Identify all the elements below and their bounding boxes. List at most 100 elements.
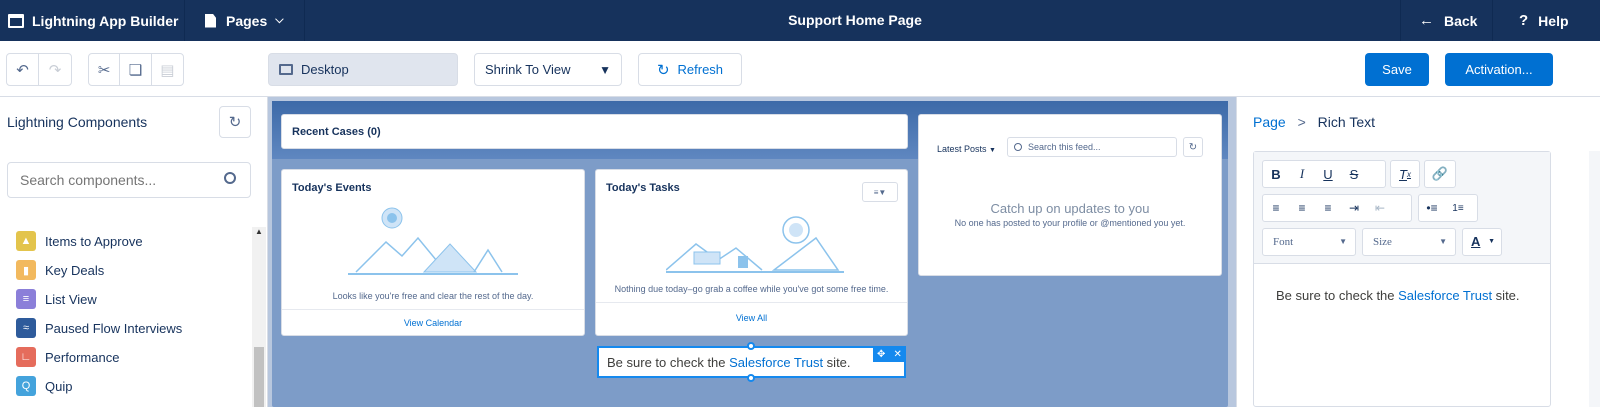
refresh-button[interactable]: ↻ Refresh — [638, 53, 742, 86]
refresh-icon: ↻ — [1188, 141, 1198, 153]
properties-scrollbar[interactable] — [1589, 151, 1600, 407]
editor-trust-link[interactable]: Salesforce Trust — [1398, 288, 1492, 303]
paste-icon[interactable]: ▤ — [152, 54, 183, 85]
device-label: Desktop — [301, 62, 349, 77]
caret-down-icon: ▼ — [989, 147, 996, 154]
component-label: Key Deals — [45, 262, 105, 278]
app-name: Lightning App Builder — [0, 0, 185, 41]
component-item[interactable]: ≡ List View — [16, 288, 97, 310]
undo-icon[interactable]: ↶ — [7, 54, 39, 85]
search-icon — [224, 172, 236, 184]
rich-text-after: site. — [823, 355, 851, 370]
resize-handle-bottom[interactable] — [747, 374, 755, 382]
close-icon[interactable]: ✕ — [894, 349, 902, 360]
underline-icon[interactable]: U — [1315, 161, 1341, 187]
text-color-icon: A — [1471, 234, 1481, 249]
component-item[interactable]: ∟ Performance — [16, 346, 119, 368]
component-label: Quip — [45, 378, 73, 394]
component-item[interactable]: ▮ Key Deals — [16, 259, 104, 281]
todays-events-card[interactable]: Today's Events Looks like you're free an… — [281, 169, 585, 336]
link-icon[interactable]: 🔗 — [1427, 161, 1453, 187]
recent-cases-card[interactable]: Recent Cases (0) — [281, 114, 908, 149]
bold-icon[interactable]: B — [1263, 161, 1289, 187]
camping-illustration — [348, 207, 518, 275]
device-selector[interactable]: Desktop — [268, 53, 458, 86]
recent-cases-title: Recent Cases (0) — [292, 126, 381, 138]
font-select-label: Font — [1273, 236, 1294, 248]
salesforce-trust-link[interactable]: Salesforce Trust — [729, 355, 823, 370]
editor-text-before: Be sure to check the — [1276, 288, 1399, 303]
alignment-group: ≡ ≡ ≡ ⇥ ⇤ — [1262, 194, 1412, 222]
redo-icon[interactable]: ↷ — [39, 54, 71, 85]
size-select[interactable]: Size ▼ — [1362, 228, 1456, 256]
align-center-icon[interactable]: ≡ — [1289, 195, 1315, 221]
bar-chart-icon: ▮ — [16, 260, 36, 280]
help-button[interactable]: ? Help — [1492, 0, 1600, 41]
indent-icon[interactable]: ⇥ — [1341, 195, 1367, 221]
scroll-up-icon[interactable]: ▲ — [255, 227, 263, 236]
align-left-icon[interactable]: ≡ — [1263, 195, 1289, 221]
cut-icon[interactable]: ✂ — [89, 54, 121, 85]
feed-card[interactable]: Latest Posts ▼ Search this feed... ↻ Cat… — [918, 114, 1222, 276]
component-item[interactable]: ▲ Items to Approve — [16, 230, 143, 252]
feed-refresh-button[interactable]: ↻ — [1183, 137, 1203, 157]
italic-icon[interactable]: I — [1289, 161, 1315, 187]
copy-icon[interactable]: ❏ — [120, 54, 152, 85]
view-calendar-link[interactable]: View Calendar — [282, 318, 584, 328]
numbered-list-icon[interactable]: 1≡ — [1445, 195, 1471, 221]
search-components-field[interactable] — [7, 162, 251, 198]
back-button[interactable]: ← Back — [1400, 0, 1492, 41]
view-all-link[interactable]: View All — [596, 313, 907, 323]
breadcrumb-page-link[interactable]: Page — [1253, 114, 1286, 130]
feed-empty-subtitle: No one has posted to your profile or @me… — [954, 218, 1186, 228]
resize-handle-top[interactable] — [747, 342, 755, 350]
scrollbar-thumb[interactable] — [254, 347, 264, 407]
pages-menu[interactable]: Pages ⌵ — [185, 0, 305, 41]
caret-down-icon: ▼ — [1488, 238, 1495, 245]
quip-icon: Q — [16, 376, 36, 396]
save-button[interactable]: Save — [1365, 53, 1429, 86]
todays-tasks-card[interactable]: Today's Tasks ≡▼ Nothing due today–go gr… — [595, 169, 908, 336]
properties-panel: Page > Rich Text B I U S Tx 🔗 ≡ ≡ ≡ ⇥ ⇤ — [1236, 97, 1600, 407]
undo-redo-group: ↶ ↷ — [6, 53, 72, 86]
zoom-select[interactable]: Shrink To View ▼ — [474, 53, 622, 86]
text-color-menu[interactable]: A ▼ — [1462, 228, 1502, 256]
refresh-components-button[interactable]: ↻ — [219, 106, 251, 138]
align-right-icon[interactable]: ≡ — [1315, 195, 1341, 221]
relax-illustration — [666, 216, 844, 273]
page-canvas: Recent Cases (0) Today's Events Looks li… — [268, 97, 1236, 407]
rich-text-editor: B I U S Tx 🔗 ≡ ≡ ≡ ⇥ ⇤ •≡ 1≡ Font ▼ Size… — [1253, 151, 1551, 407]
strikethrough-icon[interactable]: S — [1341, 161, 1367, 187]
font-select[interactable]: Font ▼ — [1262, 228, 1356, 256]
clear-formatting-icon[interactable]: Tx — [1392, 161, 1418, 187]
approve-icon: ▲ — [16, 231, 36, 251]
editor-text-after: site. — [1492, 288, 1520, 303]
search-input[interactable] — [8, 163, 218, 197]
arrow-left-icon: ← — [1419, 12, 1434, 29]
pages-label: Pages — [226, 12, 268, 29]
caret-down-icon: ▼ — [1339, 237, 1347, 246]
component-label: Paused Flow Interviews — [45, 320, 183, 336]
breadcrumb-current: Rich Text — [1317, 114, 1375, 130]
size-select-label: Size — [1373, 236, 1392, 248]
list-group: •≡ 1≡ — [1418, 194, 1478, 222]
activation-button[interactable]: Activation... — [1445, 53, 1553, 86]
move-icon[interactable]: ✥ — [877, 349, 885, 360]
component-item[interactable]: Q Quip — [16, 375, 72, 397]
components-panel-title: Lightning Components — [7, 114, 148, 130]
app-builder-icon — [8, 13, 24, 28]
outdent-icon[interactable]: ⇤ — [1367, 195, 1393, 221]
events-title: Today's Events — [292, 182, 372, 194]
rich-text-before: Be sure to check the — [607, 355, 730, 370]
bullet-list-icon[interactable]: •≡ — [1419, 195, 1445, 221]
latest-posts-filter[interactable]: Latest Posts ▼ — [937, 144, 996, 154]
refresh-icon: ↻ — [228, 114, 242, 131]
scrollbar[interactable]: ▲ — [252, 227, 266, 407]
feed-empty-title: Catch up on updates to you — [990, 201, 1150, 216]
component-item[interactable]: ≈ Paused Flow Interviews — [16, 317, 182, 339]
text-style-group: B I U S — [1262, 160, 1386, 188]
feed-search-field[interactable]: Search this feed... — [1007, 137, 1177, 157]
task-filter-menu[interactable]: ≡▼ — [862, 182, 898, 202]
editor-content[interactable]: Be sure to check the Salesforce Trust si… — [1276, 288, 1520, 303]
rich-text-component[interactable]: Be sure to check the Salesforce Trust si… — [597, 342, 906, 382]
